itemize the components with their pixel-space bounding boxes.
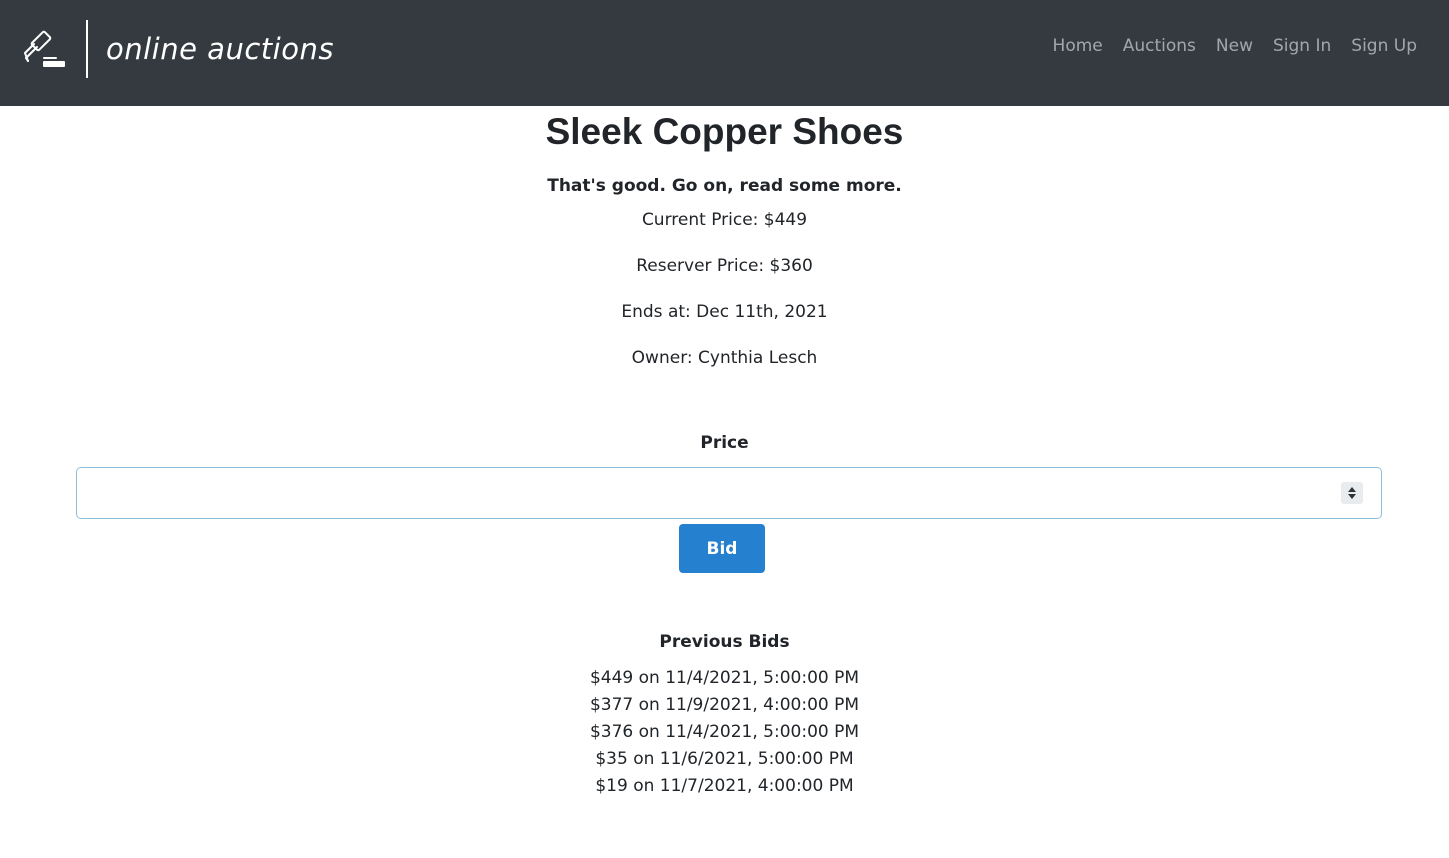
bid-list-item: $376 on 11/4/2021, 5:00:00 PM: [589, 722, 860, 742]
auction-description: That's good. Go on, read some more.: [547, 176, 902, 196]
brand-name: online auctions: [106, 32, 334, 66]
bid-list-item: $377 on 11/9/2021, 4:00:00 PM: [589, 695, 860, 715]
nav-home-link[interactable]: Home: [1043, 34, 1113, 58]
number-spinner[interactable]: [1341, 482, 1363, 504]
navbar: online auctions Home Auctions New Sign I…: [0, 0, 1449, 106]
previous-bids-heading: Previous Bids: [659, 632, 790, 652]
brand-link[interactable]: online auctions: [22, 20, 334, 78]
spin-down-icon[interactable]: [1348, 494, 1356, 499]
current-price: Current Price: $449: [641, 210, 808, 230]
price-label: Price: [700, 433, 749, 453]
price-input[interactable]: [77, 468, 1327, 518]
nav-sign-up-link[interactable]: Sign Up: [1341, 34, 1427, 58]
spin-up-icon[interactable]: [1348, 487, 1356, 492]
nav-links: Home Auctions New Sign In Sign Up: [1043, 34, 1427, 58]
price-input-wrapper: [76, 467, 1382, 519]
owner: Owner: Cynthia Lesch: [631, 348, 818, 368]
nav-sign-in-link[interactable]: Sign In: [1263, 34, 1341, 58]
bid-button[interactable]: Bid: [679, 524, 765, 573]
nav-auctions-link[interactable]: Auctions: [1113, 34, 1206, 58]
gavel-icon: [24, 30, 65, 67]
bid-list-item: $449 on 11/4/2021, 5:00:00 PM: [589, 668, 860, 688]
brand-divider: [86, 20, 88, 78]
nav-new-link[interactable]: New: [1206, 34, 1263, 58]
reserve-price: Reserver Price: $360: [636, 256, 813, 276]
previous-bids-list: $449 on 11/4/2021, 5:00:00 PM $377 on 11…: [0, 665, 1449, 800]
bid-list-item: $19 on 11/7/2021, 4:00:00 PM: [595, 776, 854, 796]
bid-list-item: $35 on 11/6/2021, 5:00:00 PM: [595, 749, 854, 769]
ends-at: Ends at: Dec 11th, 2021: [621, 302, 828, 322]
auction-title: Sleek Copper Shoes: [545, 111, 904, 152]
